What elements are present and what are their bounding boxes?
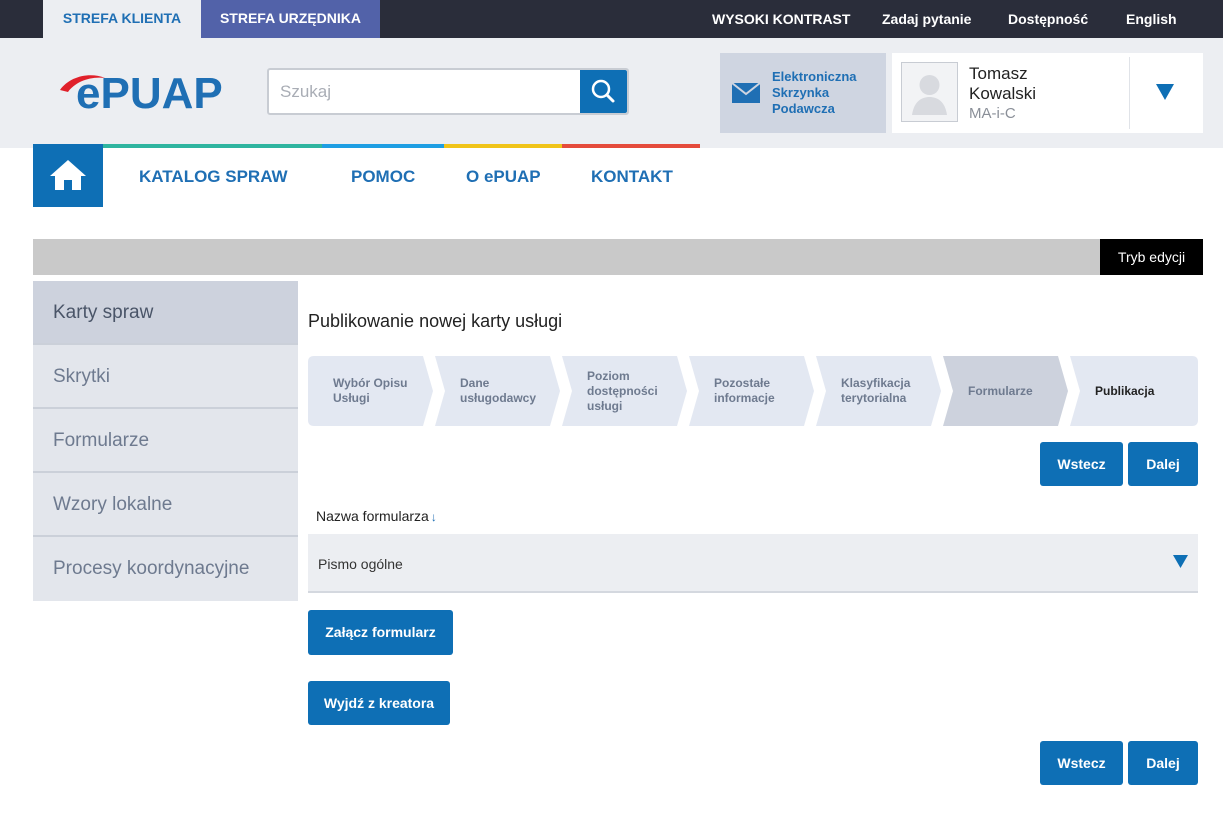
tab-client-zone[interactable]: STREFA KLIENTA [43, 0, 201, 38]
envelope-icon [732, 83, 760, 103]
english-link[interactable]: English [1126, 0, 1177, 38]
wizard-step-label: Publikacja [1095, 383, 1155, 398]
nav-stripe-red [562, 144, 700, 148]
sidebar: Karty spraw Skrytki Formularze Wzory lok… [33, 281, 298, 601]
sidebar-item-forms[interactable]: Formularze [33, 409, 298, 473]
home-button[interactable] [33, 144, 103, 207]
wizard-step-label: Formularze [968, 383, 1033, 398]
avatar [901, 62, 958, 122]
wizard-step[interactable]: Poziom dostępności usługi [562, 356, 697, 426]
accessibility-link[interactable]: Dostępność [1008, 0, 1088, 38]
wizard-step[interactable]: Formularze [943, 356, 1078, 426]
nav-help[interactable]: POMOC [351, 167, 415, 187]
wizard-step-label: Wybór Opisu Usługi [333, 376, 408, 405]
sort-arrow-icon: ↓ [430, 510, 437, 524]
user-panel: Tomasz Kowalski MA-i-C [892, 53, 1203, 133]
wizard-step-label: Poziom dostępności usługi [587, 368, 658, 413]
chevron-down-icon[interactable] [1173, 555, 1188, 568]
chevron-down-icon[interactable] [1156, 84, 1174, 100]
exit-wizard-button[interactable]: Wyjdź z kreatora [308, 681, 450, 725]
next-button-top[interactable]: Dalej [1128, 442, 1198, 486]
wizard-step[interactable]: Dane usługodawcy [435, 356, 570, 426]
search-button[interactable] [580, 70, 627, 113]
search-input[interactable] [269, 70, 579, 113]
tab-official-zone[interactable]: STREFA URZĘDNIKA [201, 0, 380, 38]
wizard-step-label: Dane usługodawcy [460, 376, 537, 405]
user-avatar-icon [912, 75, 947, 115]
sidebar-item-case-cards[interactable]: Karty spraw [33, 281, 298, 345]
logo-text: ePUAP [76, 70, 223, 114]
search-icon [591, 79, 615, 103]
nav-about[interactable]: O ePUAP [466, 167, 541, 187]
next-button-bottom[interactable]: Dalej [1128, 741, 1198, 785]
edit-mode-button[interactable]: Tryb edycji [1100, 239, 1203, 275]
sidebar-item-local-templates[interactable]: Wzory lokalne [33, 473, 298, 537]
home-icon [50, 160, 86, 190]
inbox-label: Elektroniczna Skrzynka Podawcza [772, 69, 857, 116]
wizard-steps: Wybór Opisu Usługi Dane usługodawcy Poziom… [308, 356, 1198, 426]
back-button-bottom[interactable]: Wstecz [1040, 741, 1123, 785]
nav-catalog[interactable]: KATALOG SPRAW [139, 167, 288, 187]
user-role: MA-i-C [969, 105, 1016, 122]
nav-stripe-blue [322, 144, 444, 148]
column-header-form-name[interactable]: Nazwa formularza ↓ [316, 508, 437, 524]
form-name-cell: Pismo ogólne [318, 556, 403, 572]
wizard-step[interactable]: Klasyfikacja terytorialna [816, 356, 951, 426]
sidebar-item-coordination[interactable]: Procesy koordynacyjne [33, 537, 298, 601]
search-box [267, 68, 629, 115]
nav-contact[interactable]: KONTAKT [591, 167, 673, 187]
epuap-logo[interactable]: ePUAP [60, 70, 240, 114]
back-button-top[interactable]: Wstecz [1040, 442, 1123, 486]
ask-question-link[interactable]: Zadaj pytanie [882, 0, 971, 38]
user-last-name: Kowalski [969, 84, 1037, 103]
edit-strip [33, 239, 1203, 275]
wizard-step[interactable]: Wybór Opisu Usługi [308, 356, 443, 426]
page-title: Publikowanie nowej karty usługi [308, 311, 563, 331]
nav-stripe-green [103, 144, 322, 148]
wizard-step[interactable]: Pozostałe informacje [689, 356, 824, 426]
sidebar-item-mailboxes[interactable]: Skrytki [33, 345, 298, 409]
wizard-step-label: Pozostałe informacje [714, 376, 775, 405]
wizard-step-label: Klasyfikacja terytorialna [841, 376, 911, 405]
divider [1129, 57, 1130, 129]
user-first-name: Tomasz [969, 64, 1028, 83]
table-row[interactable]: Pismo ogólne [308, 534, 1198, 593]
nav-stripe-yellow [444, 144, 562, 148]
high-contrast-link[interactable]: WYSOKI KONTRAST [712, 0, 850, 38]
attach-form-button[interactable]: Załącz formularz [308, 610, 453, 655]
wizard-step[interactable]: Publikacja [1070, 356, 1208, 426]
epuap-inbox-button[interactable]: Elektroniczna Skrzynka Podawcza [720, 53, 886, 133]
top-bar: STREFA KLIENTA STREFA URZĘDNIKA WYSOKI K… [0, 0, 1223, 38]
